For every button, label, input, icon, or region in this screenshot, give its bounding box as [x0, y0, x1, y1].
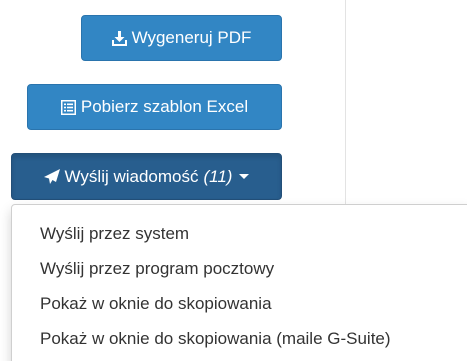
- download-excel-template-button[interactable]: Pobierz szablon Excel: [27, 84, 282, 130]
- generate-pdf-label: Wygeneruj PDF: [131, 28, 252, 47]
- menu-item-show-in-copy-window-gsuite[interactable]: Pokaż w oknie do skopiowania (maile G-Su…: [40, 329, 391, 349]
- recipient-count: (11): [203, 166, 233, 186]
- send-message-label: Wyślij wiadomość: [64, 166, 199, 186]
- paper-plane-icon: [43, 169, 60, 184]
- menu-item-show-in-copy-window[interactable]: Pokaż w oknie do skopiowania: [40, 294, 272, 314]
- caret-down-icon: [239, 174, 250, 179]
- menu-item-send-via-system[interactable]: Wyślij przez system: [40, 224, 189, 244]
- generate-pdf-button[interactable]: Wygeneruj PDF: [81, 15, 282, 61]
- download-icon: [111, 30, 127, 46]
- page: Wygeneruj PDF Pobierz szablon Excel Wyśl…: [0, 0, 467, 361]
- send-options-menu: Wyślij przez system Wyślij przez program…: [11, 204, 467, 361]
- menu-item-send-via-mail-client[interactable]: Wyślij przez program pocztowy: [40, 259, 274, 279]
- list-icon: [60, 99, 76, 115]
- send-message-dropdown-button[interactable]: Wyślij wiadomość (11): [11, 153, 282, 200]
- panel-divider: [345, 0, 346, 205]
- download-excel-template-label: Pobierz szablon Excel: [80, 97, 249, 116]
